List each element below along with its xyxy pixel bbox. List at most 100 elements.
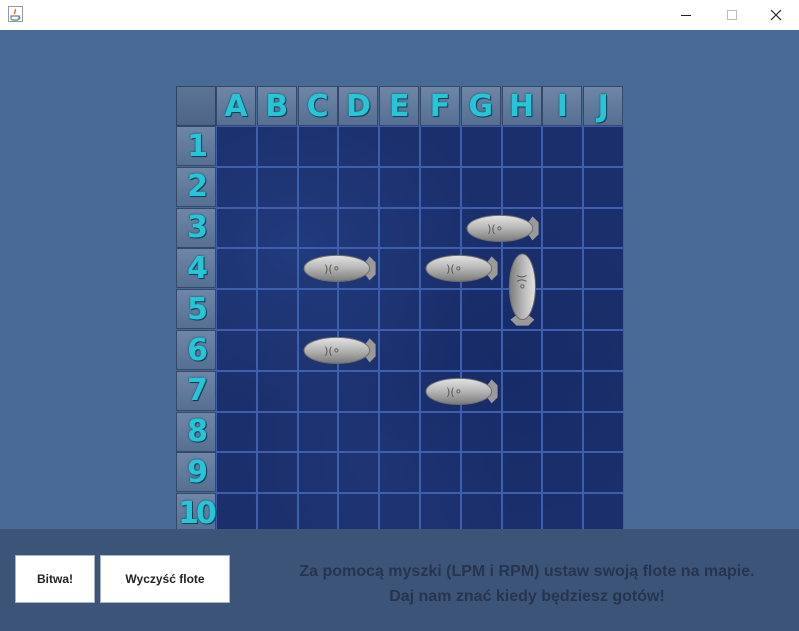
grid-cell-h8[interactable]	[501, 411, 543, 453]
grid-cell-c5[interactable]	[297, 289, 339, 330]
grid-cell-i1[interactable]	[542, 126, 584, 167]
grid-cell-h9[interactable]	[501, 452, 543, 494]
grid-cell-f3[interactable]	[420, 207, 461, 249]
grid-cell-i4[interactable]	[542, 248, 584, 290]
grid-cell-e2[interactable]	[379, 166, 420, 208]
clear-fleet-button[interactable]: Wyczyść flote	[100, 555, 230, 603]
grid-cell-f5[interactable]	[420, 289, 461, 330]
grid-cell-d1[interactable]	[338, 126, 380, 167]
grid-cell-e6[interactable]	[379, 330, 420, 371]
battle-button[interactable]: Bitwa!	[15, 555, 95, 603]
grid-cell-i5[interactable]	[542, 289, 584, 330]
grid-cell-j4[interactable]	[583, 248, 624, 290]
grid-cell-d2[interactable]	[338, 166, 380, 208]
grid-cell-j3[interactable]	[583, 207, 624, 249]
grid-cell-j6[interactable]	[583, 330, 624, 371]
grid-cell-j8[interactable]	[583, 411, 624, 453]
grid-cell-d5[interactable]	[338, 289, 380, 330]
grid-cell-i7[interactable]	[542, 370, 584, 412]
grid-cell-e4[interactable]	[379, 248, 420, 290]
grid-cell-g5[interactable]	[460, 289, 502, 330]
grid-cell-j5[interactable]	[583, 289, 624, 330]
ship-g3[interactable]: )(	[461, 208, 543, 249]
grid-cell-a9[interactable]	[216, 452, 257, 494]
grid-cell-a4[interactable]	[216, 248, 257, 290]
grid-cell-b4[interactable]	[256, 248, 298, 290]
grid-cell-f6[interactable]	[420, 330, 461, 371]
grid-cell-e7[interactable]	[379, 370, 420, 412]
grid-cell-b1[interactable]	[256, 126, 298, 167]
grid-cell-i8[interactable]	[542, 411, 584, 453]
grid-cell-b3[interactable]	[256, 207, 298, 249]
grid-cell-b2[interactable]	[256, 166, 298, 208]
ship-c6[interactable]: )(	[298, 330, 380, 371]
grid-cell-e8[interactable]	[379, 411, 420, 453]
grid-cell-a10[interactable]	[216, 493, 257, 534]
grid-cell-d3[interactable]	[338, 207, 380, 249]
ship-h4[interactable]: )(	[502, 248, 543, 330]
grid-cell-e10[interactable]	[379, 493, 420, 534]
grid-cell-f1[interactable]	[420, 126, 461, 167]
grid-cell-j1[interactable]	[583, 126, 624, 167]
grid-cell-c8[interactable]	[297, 411, 339, 453]
minimize-button[interactable]	[663, 0, 709, 30]
grid-cell-c10[interactable]	[297, 493, 339, 534]
grid-cell-b6[interactable]	[256, 330, 298, 371]
grid-cell-i3[interactable]	[542, 207, 584, 249]
grid-cell-e9[interactable]	[379, 452, 420, 494]
grid-cell-b8[interactable]	[256, 411, 298, 453]
grid-cell-h6[interactable]	[501, 330, 543, 371]
close-button[interactable]	[753, 0, 799, 30]
grid-cell-h2[interactable]	[501, 166, 543, 208]
grid-cell-h1[interactable]	[501, 126, 543, 167]
grid-cell-d10[interactable]	[338, 493, 380, 534]
grid-cell-b10[interactable]	[256, 493, 298, 534]
grid-cell-i6[interactable]	[542, 330, 584, 371]
svg-text:)(: )(	[487, 222, 496, 235]
grid-cell-d8[interactable]	[338, 411, 380, 453]
grid-cell-a2[interactable]	[216, 166, 257, 208]
grid-cell-g10[interactable]	[460, 493, 502, 534]
grid-cell-g6[interactable]	[460, 330, 502, 371]
grid-cell-f2[interactable]	[420, 166, 461, 208]
grid-cell-e5[interactable]	[379, 289, 420, 330]
ship-f4[interactable]: )(	[420, 248, 502, 289]
ship-c4[interactable]: )(	[298, 248, 380, 289]
grid-cell-i10[interactable]	[542, 493, 584, 534]
grid-cell-g8[interactable]	[460, 411, 502, 453]
grid-cell-a6[interactable]	[216, 330, 257, 371]
grid-cell-g2[interactable]	[460, 166, 502, 208]
grid-cell-d9[interactable]	[338, 452, 380, 494]
grid-cell-b9[interactable]	[256, 452, 298, 494]
grid-cell-d7[interactable]	[338, 370, 380, 412]
grid-cell-j9[interactable]	[583, 452, 624, 494]
grid-cell-f10[interactable]	[420, 493, 461, 534]
grid-cell-f9[interactable]	[420, 452, 461, 494]
grid-cell-i2[interactable]	[542, 166, 584, 208]
grid-cell-a3[interactable]	[216, 207, 257, 249]
grid-cell-i9[interactable]	[542, 452, 584, 494]
grid-cell-j2[interactable]	[583, 166, 624, 208]
ship-f7[interactable]: )(	[420, 371, 502, 412]
grid-cell-b5[interactable]	[256, 289, 298, 330]
grid-cell-c9[interactable]	[297, 452, 339, 494]
grid-cell-a8[interactable]	[216, 411, 257, 453]
grid-cell-h7[interactable]	[501, 370, 543, 412]
grid-cell-b7[interactable]	[256, 370, 298, 412]
grid-cell-h10[interactable]	[501, 493, 543, 534]
grid-cell-c7[interactable]	[297, 370, 339, 412]
grid-cell-e3[interactable]	[379, 207, 420, 249]
grid-cell-j7[interactable]	[583, 370, 624, 412]
grid-cell-a1[interactable]	[216, 126, 257, 167]
grid-cell-g1[interactable]	[460, 126, 502, 167]
grid-cell-a7[interactable]	[216, 370, 257, 412]
grid-cell-e1[interactable]	[379, 126, 420, 167]
grid-cell-j10[interactable]	[583, 493, 624, 534]
grid-cell-g9[interactable]	[460, 452, 502, 494]
grid-cell-f8[interactable]	[420, 411, 461, 453]
grid-cell-c3[interactable]	[297, 207, 339, 249]
grid-cell-c2[interactable]	[297, 166, 339, 208]
grid-cell-a5[interactable]	[216, 289, 257, 330]
maximize-button[interactable]	[709, 0, 755, 30]
grid-cell-c1[interactable]	[297, 126, 339, 167]
